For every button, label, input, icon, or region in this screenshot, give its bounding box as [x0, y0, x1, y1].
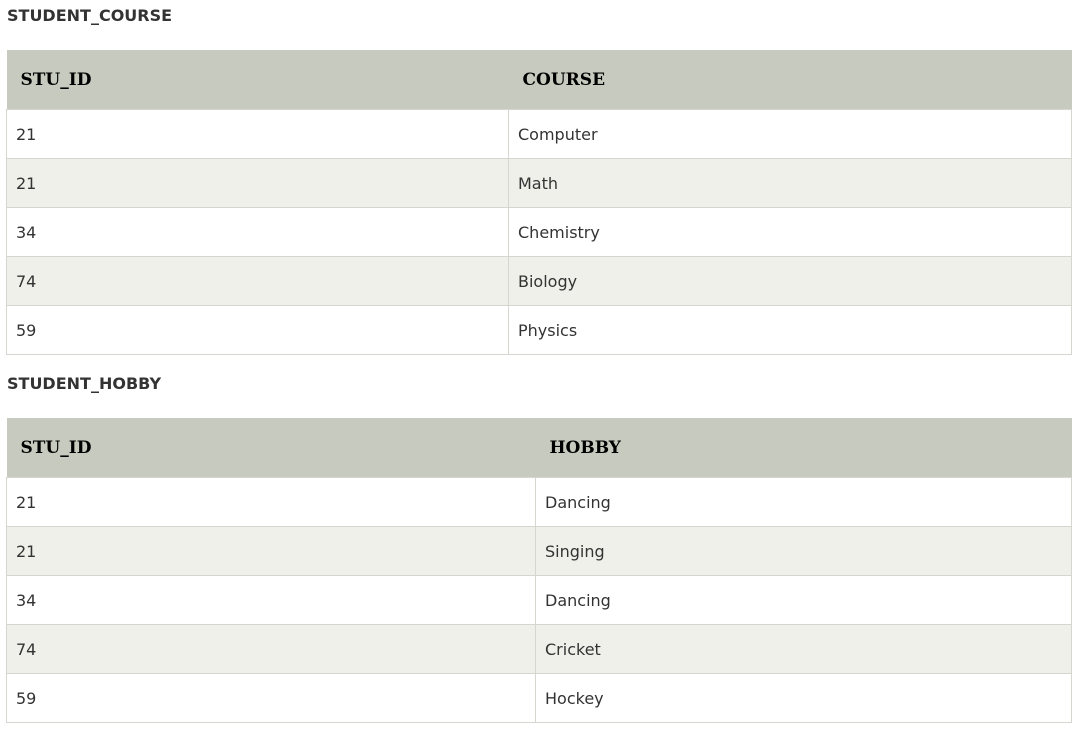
- stu-id-cell: 74: [6, 256, 509, 306]
- student-course-table: STU_ID COURSE 21 Computer 21 Math 34 Che…: [6, 50, 1072, 355]
- table-row: 59 Hockey: [6, 673, 1072, 723]
- table-row: 34 Dancing: [6, 575, 1072, 625]
- table-row: 21 Dancing: [6, 477, 1072, 527]
- hobby-cell: Hockey: [535, 673, 1072, 723]
- table-row: 21 Singing: [6, 526, 1072, 576]
- column-header-course: COURSE: [508, 50, 1072, 110]
- table-header-row: STU_ID COURSE: [6, 50, 1072, 110]
- hobby-cell: Dancing: [535, 575, 1072, 625]
- hobby-cell: Singing: [535, 526, 1072, 576]
- table-row: 59 Physics: [6, 305, 1072, 355]
- stu-id-cell: 21: [6, 158, 509, 208]
- student-hobby-caption: STUDENT_HOBBY: [7, 374, 162, 393]
- stu-id-cell: 34: [6, 575, 536, 625]
- table-row: 74 Biology: [6, 256, 1072, 306]
- hobby-cell: Dancing: [535, 477, 1072, 527]
- course-cell: Computer: [508, 109, 1072, 159]
- student-hobby-table: STU_ID HOBBY 21 Dancing 21 Singing 34 Da…: [6, 418, 1072, 723]
- course-cell: Biology: [508, 256, 1072, 306]
- table-row: 34 Chemistry: [6, 207, 1072, 257]
- stu-id-cell: 21: [6, 526, 536, 576]
- table-row: 74 Cricket: [6, 624, 1072, 674]
- column-header-stu-id: STU_ID: [6, 50, 509, 110]
- course-cell: Chemistry: [508, 207, 1072, 257]
- stu-id-cell: 74: [6, 624, 536, 674]
- column-header-stu-id: STU_ID: [6, 418, 536, 478]
- column-header-hobby: HOBBY: [535, 418, 1072, 478]
- stu-id-cell: 59: [6, 673, 536, 723]
- hobby-cell: Cricket: [535, 624, 1072, 674]
- stu-id-cell: 59: [6, 305, 509, 355]
- stu-id-cell: 21: [6, 477, 536, 527]
- student-course-caption: STUDENT_COURSE: [7, 6, 173, 25]
- stu-id-cell: 21: [6, 109, 509, 159]
- course-cell: Math: [508, 158, 1072, 208]
- stu-id-cell: 34: [6, 207, 509, 257]
- table-row: 21 Math: [6, 158, 1072, 208]
- table-row: 21 Computer: [6, 109, 1072, 159]
- table-header-row: STU_ID HOBBY: [6, 418, 1072, 478]
- course-cell: Physics: [508, 305, 1072, 355]
